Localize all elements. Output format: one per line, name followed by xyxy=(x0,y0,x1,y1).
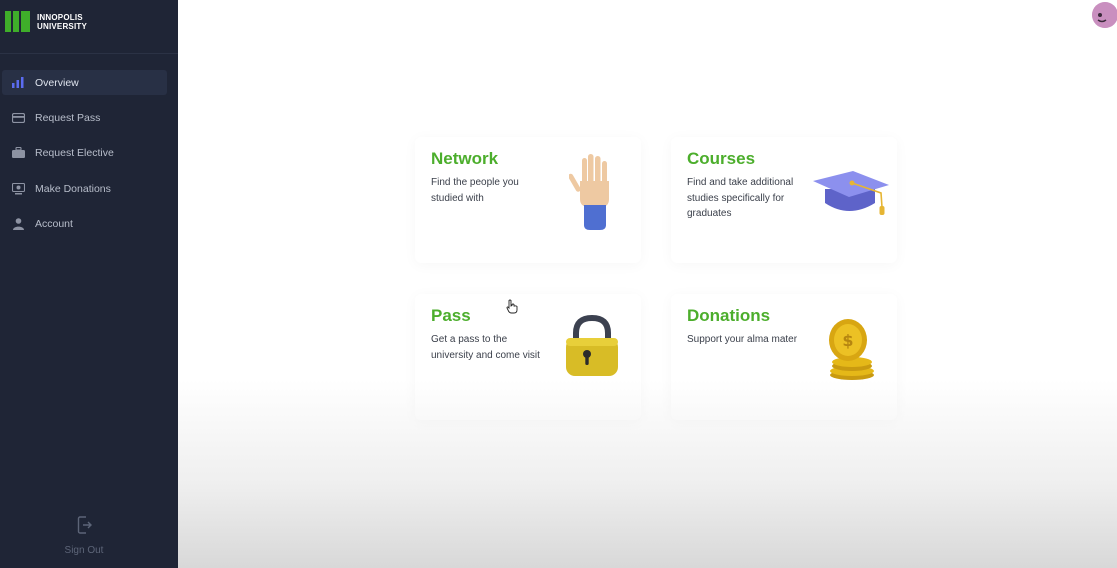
sidebar-item-overview[interactable]: Overview xyxy=(2,70,167,95)
user-icon xyxy=(11,217,25,231)
card-title: Donations xyxy=(687,306,771,325)
briefcase-icon xyxy=(11,146,25,160)
user-avatar[interactable] xyxy=(1092,2,1117,28)
sidebar-item-label: Account xyxy=(35,217,73,230)
sidebar-item-request-pass[interactable]: Request Pass xyxy=(2,105,167,130)
courses-card[interactable]: Courses Find and take additional studies… xyxy=(671,137,897,263)
graduation-cap-icon xyxy=(811,167,891,228)
card-description: Support your alma mater xyxy=(687,334,798,345)
sidebar-divider xyxy=(0,53,178,54)
card-description: Find and take additional studies specifi… xyxy=(687,177,794,219)
logo-text-line1: INNOPOLIS xyxy=(37,12,83,22)
bottom-fade-overlay xyxy=(178,380,1117,568)
sign-out-label: Sign Out xyxy=(64,545,104,556)
sidebar-item-make-donations[interactable]: Make Donations xyxy=(2,176,167,201)
sidebar: INNOPOLIS UNIVERSITY Overview Request Pa… xyxy=(0,0,178,568)
university-logo[interactable]: INNOPOLIS UNIVERSITY xyxy=(5,11,87,32)
sign-out-button[interactable]: Sign Out xyxy=(40,516,128,560)
donation-icon xyxy=(11,182,25,196)
sidebar-item-label: Overview xyxy=(35,76,79,89)
card-icon xyxy=(11,111,25,125)
hand-icon xyxy=(568,153,621,236)
card-title: Pass xyxy=(431,306,471,325)
sidebar-item-label: Request Elective xyxy=(35,146,114,159)
card-description: Get a pass to the university and come vi… xyxy=(431,334,540,361)
sidebar-item-request-elective[interactable]: Request Elective xyxy=(2,140,167,165)
network-card[interactable]: Network Find the people you studied with xyxy=(415,137,641,263)
padlock-icon xyxy=(563,314,621,384)
card-title: Network xyxy=(431,149,499,168)
sidebar-item-label: Make Donations xyxy=(35,182,111,195)
hand-cursor-icon xyxy=(506,299,518,319)
avatar-face-icon xyxy=(1092,2,1117,28)
svg-text:$: $ xyxy=(842,331,853,350)
pass-card[interactable]: Pass Get a pass to the university and co… xyxy=(415,294,641,420)
logo-mark xyxy=(5,11,30,32)
sidebar-item-account[interactable]: Account xyxy=(2,211,167,236)
donations-card[interactable]: Donations Support your alma mater $ xyxy=(671,294,897,420)
card-title: Courses xyxy=(687,149,756,168)
bar-chart-icon xyxy=(11,76,25,90)
logo-text-line2: UNIVERSITY xyxy=(37,21,88,31)
coins-icon: $ xyxy=(825,317,879,386)
sidebar-item-label: Request Pass xyxy=(35,111,101,124)
sign-out-icon xyxy=(76,516,92,539)
card-description: Find the people you studied with xyxy=(431,177,519,204)
